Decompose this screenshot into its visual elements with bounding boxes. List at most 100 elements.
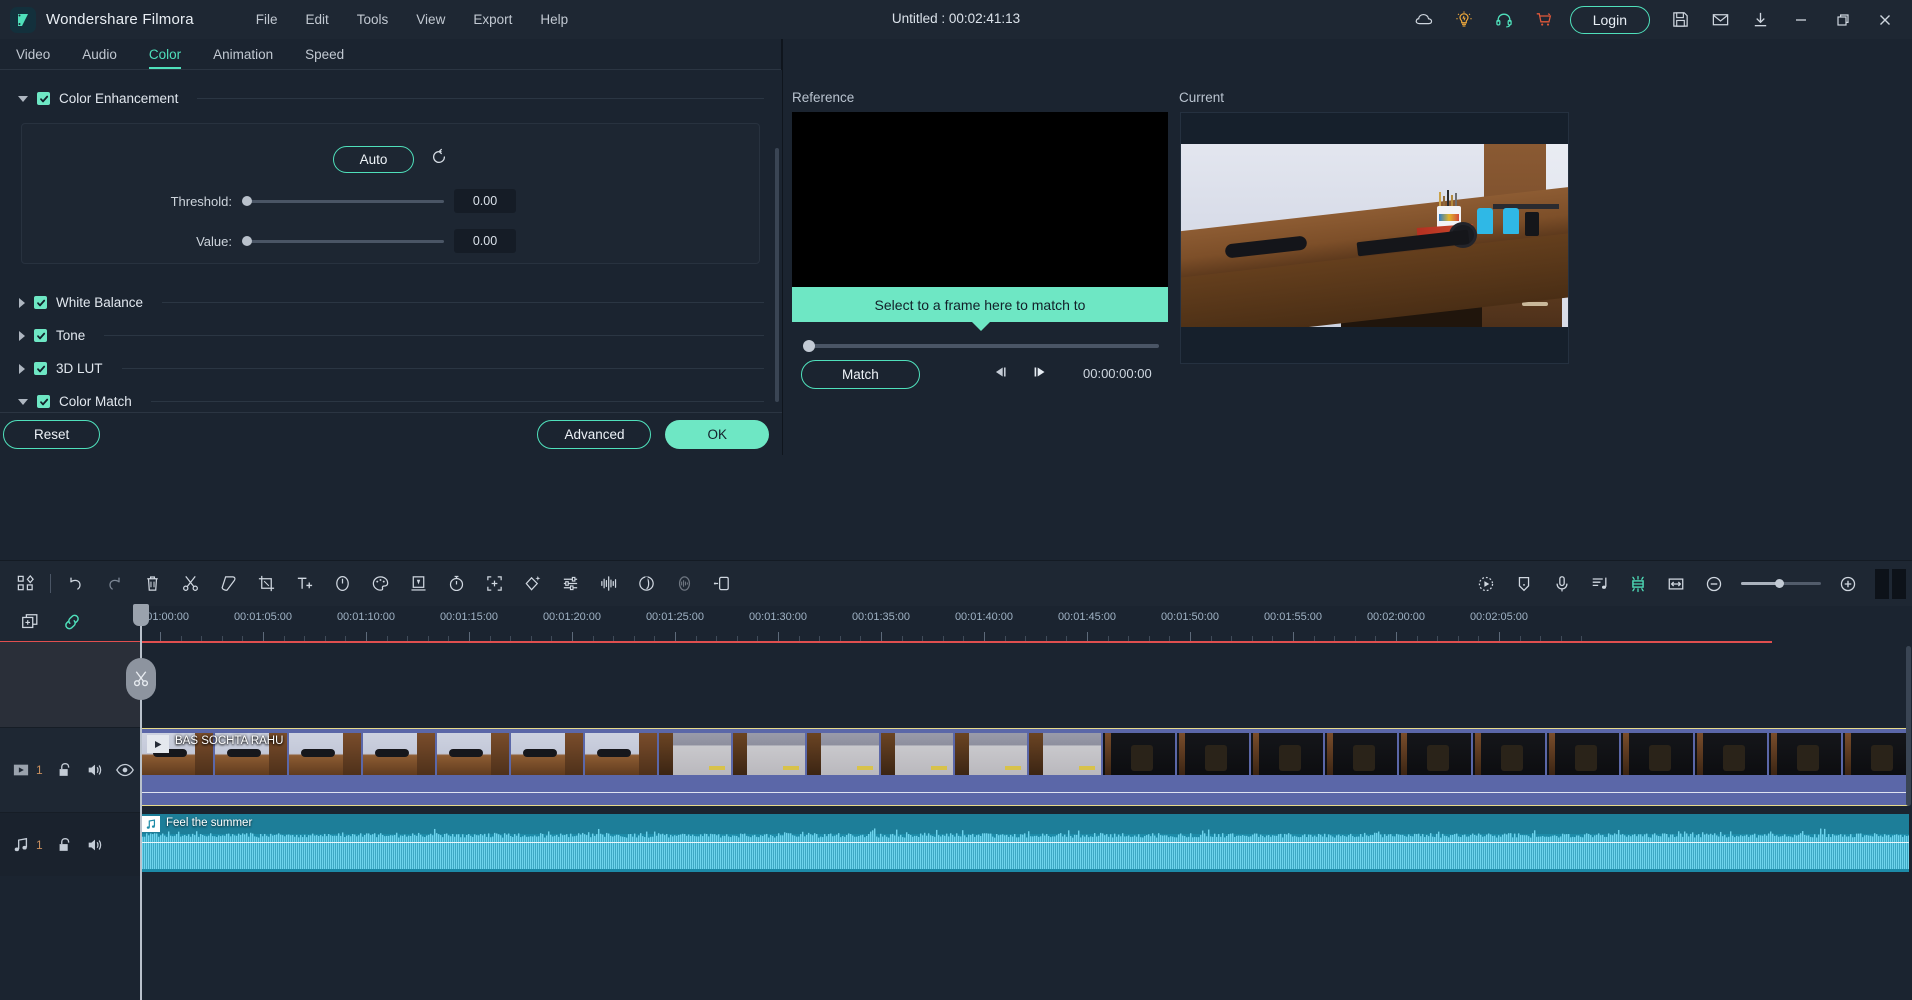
match-button[interactable]: Match: [801, 360, 920, 389]
audio-track-body[interactable]: Feel the summer: [140, 812, 1912, 876]
panel-toggle-block[interactable]: [1875, 568, 1889, 599]
threshold-slider[interactable]: [242, 196, 444, 206]
audio-beat-icon[interactable]: [1581, 565, 1619, 603]
keyframe-icon[interactable]: [703, 565, 741, 603]
chevron-down-icon[interactable]: [18, 398, 28, 405]
login-button[interactable]: Login: [1569, 5, 1650, 34]
section-white-balance[interactable]: White Balance: [0, 286, 782, 319]
lightbulb-icon[interactable]: [1444, 0, 1484, 39]
panel-toggle-block[interactable]: [1892, 568, 1906, 599]
chevron-right-icon[interactable]: [19, 330, 25, 341]
menu-item-edit[interactable]: Edit: [292, 6, 343, 33]
reference-frame[interactable]: [792, 112, 1168, 287]
stopwatch-icon[interactable]: [437, 565, 475, 603]
save-icon[interactable]: [1660, 0, 1700, 39]
zoom-in-icon[interactable]: [1829, 565, 1867, 603]
advanced-button[interactable]: Advanced: [537, 419, 652, 449]
ok-button[interactable]: OK: [665, 419, 769, 449]
playhead-handle[interactable]: [133, 604, 149, 626]
marker-add-icon[interactable]: [1505, 565, 1543, 603]
adjust-sliders-icon[interactable]: [551, 565, 589, 603]
slider-knob[interactable]: [242, 236, 252, 246]
menu-item-help[interactable]: Help: [526, 6, 582, 33]
mail-icon[interactable]: [1700, 0, 1740, 39]
slider-knob[interactable]: [242, 196, 252, 206]
menu-item-tools[interactable]: Tools: [343, 6, 403, 33]
tab-speed[interactable]: Speed: [289, 47, 360, 69]
auto-button[interactable]: Auto: [332, 146, 415, 173]
cloud-icon[interactable]: [1404, 0, 1444, 39]
play-track-icon[interactable]: [6, 755, 36, 785]
section-color-enhancement[interactable]: Color Enhancement: [0, 82, 782, 115]
download-icon[interactable]: [1740, 0, 1780, 39]
audio-mix-icon[interactable]: [589, 565, 627, 603]
section-tone[interactable]: Tone: [0, 319, 782, 352]
audio-clip[interactable]: Feel the summer: [140, 814, 1909, 872]
close-button[interactable]: [1864, 0, 1906, 39]
reset-button[interactable]: Reset: [3, 419, 101, 449]
zoom-out-icon[interactable]: [1695, 565, 1733, 603]
video-track-body[interactable]: BAS SOCHTA RAHU: [140, 727, 1912, 812]
music-note-icon[interactable]: [6, 830, 36, 860]
value-value[interactable]: 0.00: [454, 229, 516, 253]
scissors-icon[interactable]: [126, 658, 156, 700]
crop-icon[interactable]: [247, 565, 285, 603]
duplicate-track-icon[interactable]: [20, 612, 40, 637]
video-clip[interactable]: BAS SOCHTA RAHU: [140, 728, 1909, 806]
lock-icon[interactable]: [50, 755, 80, 785]
timeline-ruler[interactable]: 00:01:00:00 00:01:05:00 00:01:10:00 00:0…: [140, 606, 1912, 642]
undo-icon[interactable]: [57, 565, 95, 603]
reference-scrubber[interactable]: [803, 340, 1159, 352]
tab-video[interactable]: Video: [0, 47, 66, 69]
lock-icon[interactable]: [50, 830, 80, 860]
snapshot-icon[interactable]: [1619, 565, 1657, 603]
speed-icon[interactable]: [323, 565, 361, 603]
threshold-value[interactable]: 0.00: [454, 189, 516, 213]
scrubber-knob[interactable]: [803, 340, 815, 352]
checkbox-3d-lut[interactable]: [34, 362, 47, 375]
tab-color[interactable]: Color: [133, 47, 197, 69]
zoom-slider-knob[interactable]: [1775, 579, 1784, 588]
tab-animation[interactable]: Animation: [197, 47, 289, 69]
reference-banner[interactable]: Select to a frame here to match to: [792, 287, 1168, 322]
checkbox-color-match[interactable]: [37, 395, 50, 408]
value-slider[interactable]: [242, 236, 444, 246]
color-palette-icon[interactable]: [361, 565, 399, 603]
motion-tracking-icon[interactable]: [475, 565, 513, 603]
checkbox-tone[interactable]: [34, 329, 47, 342]
maximize-button[interactable]: [1822, 0, 1864, 39]
mute-icon[interactable]: [80, 755, 110, 785]
headset-icon[interactable]: [1484, 0, 1524, 39]
mask-icon[interactable]: [513, 565, 551, 603]
clip-play-icon[interactable]: [147, 735, 169, 753]
text-add-icon[interactable]: [285, 565, 323, 603]
fit-timeline-icon[interactable]: [1657, 565, 1695, 603]
delete-icon[interactable]: [133, 565, 171, 603]
zoom-slider[interactable]: [1741, 579, 1821, 588]
menu-item-export[interactable]: Export: [459, 6, 526, 33]
record-voiceover-icon[interactable]: [1543, 565, 1581, 603]
render-preview-icon[interactable]: [1467, 565, 1505, 603]
chevron-right-icon[interactable]: [19, 363, 25, 374]
step-forward-icon[interactable]: [1031, 364, 1049, 385]
chevron-right-icon[interactable]: [19, 297, 25, 308]
section-3d-lut[interactable]: 3D LUT: [0, 352, 782, 385]
minimize-button[interactable]: [1780, 0, 1822, 39]
green-screen-icon[interactable]: [399, 565, 437, 603]
eye-icon[interactable]: [110, 755, 140, 785]
step-back-icon[interactable]: [991, 364, 1009, 385]
checkbox-white-balance[interactable]: [34, 296, 47, 309]
current-frame[interactable]: [1180, 112, 1569, 364]
menu-item-view[interactable]: View: [402, 6, 459, 33]
redo-icon[interactable]: [95, 565, 133, 603]
mute-icon[interactable]: [80, 830, 110, 860]
audio-detach-icon[interactable]: [627, 565, 665, 603]
timeline-vertical-scrollbar[interactable]: [1906, 646, 1911, 806]
tab-audio[interactable]: Audio: [66, 47, 133, 69]
cart-icon[interactable]: [1524, 0, 1564, 39]
silence-detect-icon[interactable]: [665, 565, 703, 603]
split-scissors-icon[interactable]: [171, 565, 209, 603]
reset-arrow-icon[interactable]: [430, 148, 448, 171]
link-icon[interactable]: [62, 612, 82, 637]
media-grid-icon[interactable]: [6, 565, 44, 603]
